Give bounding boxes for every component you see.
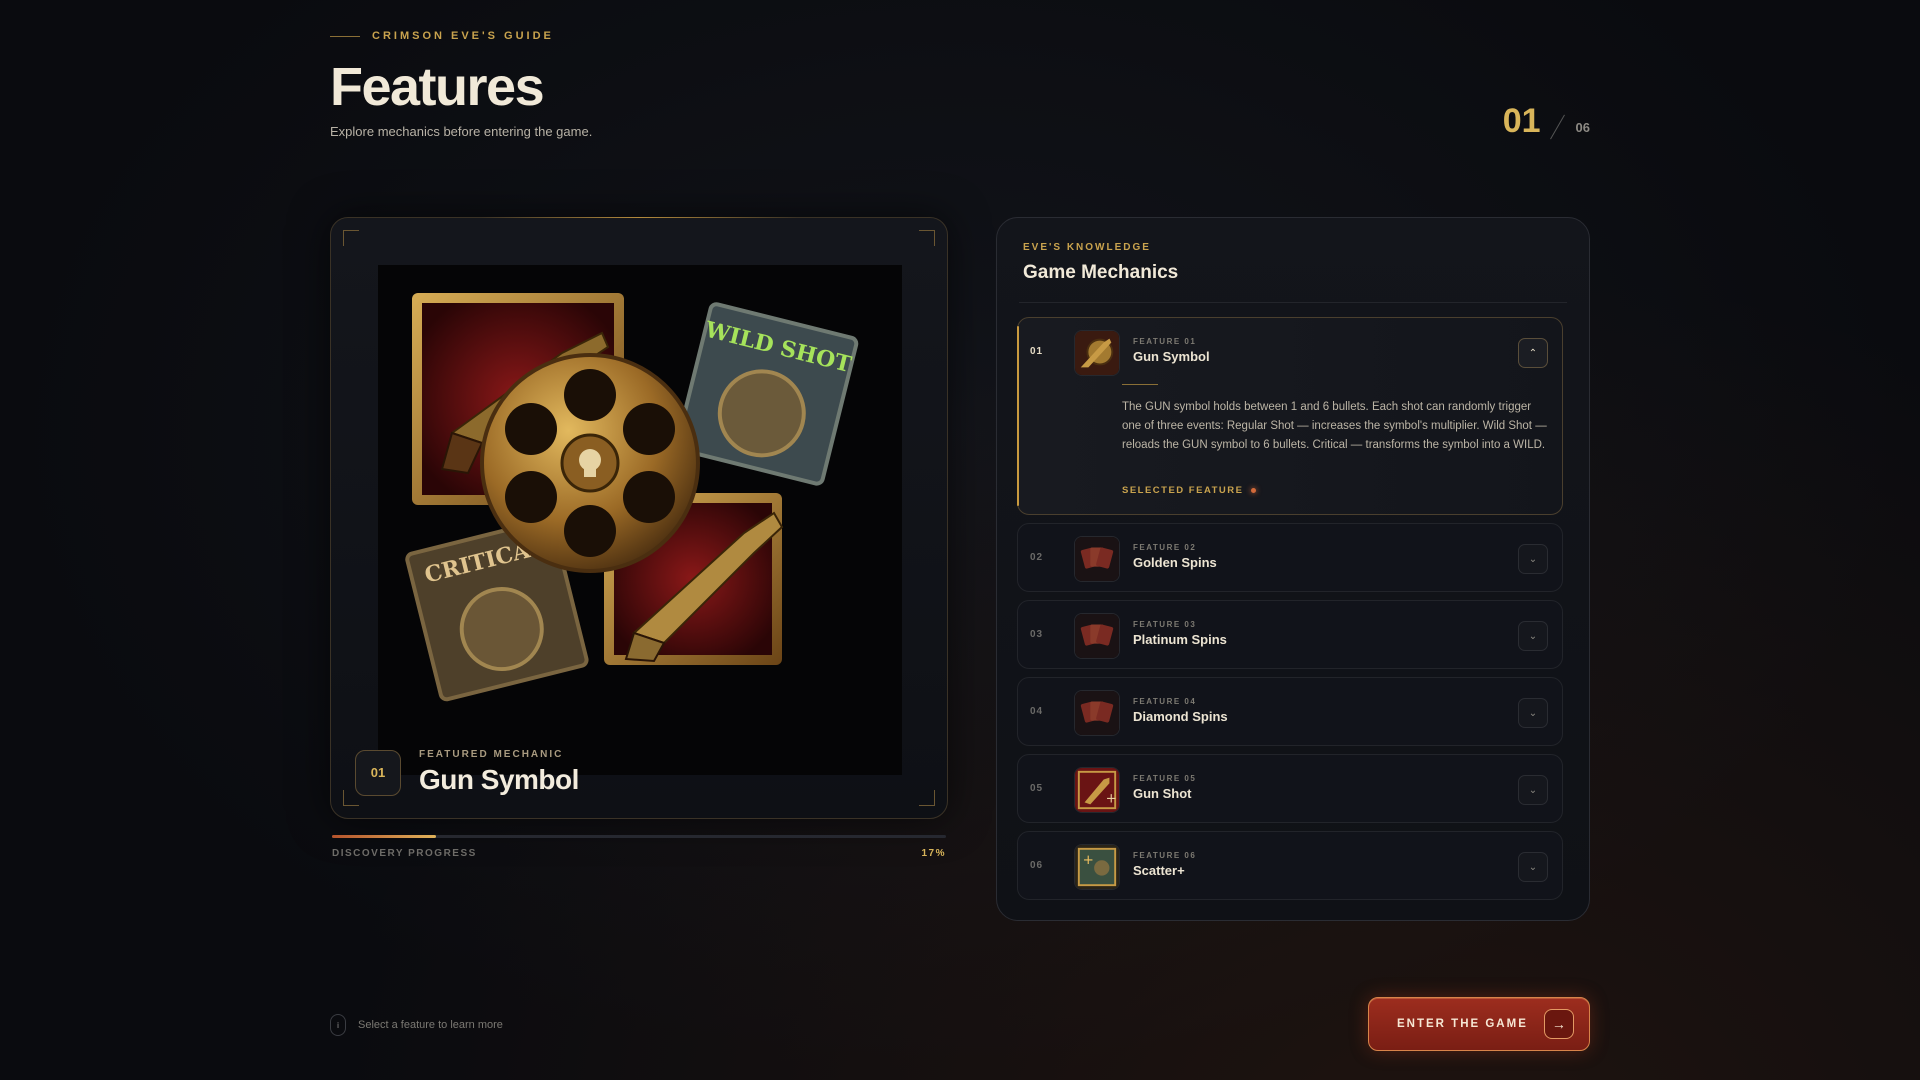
- chevron-down-icon[interactable]: ⌄: [1518, 621, 1548, 651]
- counter-current: 01: [1502, 102, 1541, 140]
- cards-icon: [1074, 536, 1120, 582]
- mechanic-kicker: FEATURE 03: [1133, 620, 1197, 629]
- mechanic-kicker: FEATURE 06: [1133, 851, 1197, 860]
- gun-symbol-illustration: WILD SHOT CRITICAL: [405, 293, 859, 702]
- mechanic-number: 02: [1030, 552, 1044, 563]
- feature-artwork: WILD SHOT CRITICAL: [378, 265, 902, 775]
- gun-symbol-icon: [1074, 330, 1120, 376]
- selected-label: SELECTED FEATURE: [1122, 485, 1244, 496]
- cards-icon: [1074, 690, 1120, 736]
- page-header: CRIMSON EVE'S GUIDE Features Explore mec…: [330, 30, 1590, 150]
- eyebrow-line: [330, 35, 360, 37]
- mechanic-item-diamond-spins[interactable]: 04 FEATURE 04 Diamond Spins ⌄: [1017, 677, 1563, 746]
- corner-ornament: [919, 230, 935, 246]
- page-title: Features: [330, 57, 545, 117]
- mechanic-name: Golden Spins: [1133, 555, 1217, 570]
- feature-counter: 01 06: [1503, 102, 1590, 141]
- footer-hint: i Select a feature to learn more: [330, 1014, 503, 1036]
- mechanic-kicker: FEATURE 04: [1133, 697, 1197, 706]
- scatter-icon: +: [1074, 844, 1120, 890]
- mechanic-kicker: FEATURE 01: [1133, 337, 1197, 346]
- mechanic-kicker: FEATURE 02: [1133, 543, 1197, 552]
- mechanics-panel: EVE'S KNOWLEDGE Game Mechanics 01 FEATURE…: [996, 217, 1590, 921]
- mechanic-number: 05: [1030, 783, 1044, 794]
- mechanic-number: 01: [1030, 346, 1044, 357]
- page-subtitle: Explore mechanics before entering the ga…: [330, 124, 593, 139]
- feature-caption: 01 FEATURED MECHANIC Gun Symbol: [355, 749, 579, 796]
- counter-total: 06: [1575, 120, 1590, 135]
- panel-divider: [1019, 302, 1567, 303]
- feature-title: Gun Symbol: [419, 764, 579, 795]
- eyebrow: CRIMSON EVE'S GUIDE: [330, 30, 1590, 42]
- arrow-right-icon: →: [1543, 1009, 1574, 1039]
- mechanic-name: Platinum Spins: [1133, 632, 1227, 647]
- mechanics-list: 01 FEATURE 01 Gun Symbol ⌃ The GUN symbol ho…: [1017, 317, 1563, 908]
- selected-dot-icon: [1251, 488, 1257, 493]
- chevron-down-icon[interactable]: ⌄: [1518, 852, 1548, 882]
- corner-ornament: [919, 790, 935, 806]
- chevron-down-icon[interactable]: ⌄: [1518, 698, 1548, 728]
- discovery-progress: DISCOVERY PROGRESS 17%: [332, 835, 946, 859]
- cards-icon: [1074, 613, 1120, 659]
- counter-divider: [1549, 114, 1565, 140]
- info-icon: i: [330, 1014, 346, 1036]
- progress-label: DISCOVERY PROGRESS: [332, 848, 477, 859]
- feature-kicker: FEATURED MECHANIC: [419, 749, 564, 760]
- mechanic-item-gun-symbol[interactable]: 01 FEATURE 01 Gun Symbol ⌃ The GUN symbol ho…: [1017, 317, 1563, 515]
- svg-text:+: +: [1083, 853, 1094, 868]
- panel-kicker: EVE'S KNOWLEDGE: [1023, 242, 1151, 253]
- panel-title: Game Mechanics: [1023, 262, 1179, 283]
- svg-text:+: +: [1106, 791, 1117, 806]
- gun-shot-icon: +: [1074, 767, 1120, 813]
- chevron-down-icon[interactable]: ⌄: [1518, 544, 1548, 574]
- chevron-down-icon[interactable]: ⌄: [1518, 775, 1548, 805]
- hint-text: Select a feature to learn more: [358, 1019, 503, 1031]
- wild-shot-card: WILD SHOT: [674, 302, 859, 486]
- mechanic-item-gun-shot[interactable]: 05 + FEATURE 05 Gun Shot ⌄: [1017, 754, 1563, 823]
- mechanic-kicker: FEATURE 05: [1133, 774, 1197, 783]
- feature-number-badge: 01: [355, 749, 401, 796]
- progress-track: [332, 835, 946, 838]
- mechanic-item-golden-spins[interactable]: 02 FEATURE 02 Golden Spins ⌄: [1017, 523, 1563, 592]
- corner-ornament: [343, 230, 359, 246]
- mechanic-item-platinum-spins[interactable]: 03 FEATURE 03 Platinum Spins ⌄: [1017, 600, 1563, 669]
- chevron-up-icon[interactable]: ⌃: [1518, 338, 1548, 368]
- progress-fill: [332, 835, 437, 838]
- mechanic-number: 06: [1030, 860, 1044, 871]
- progress-percent: 17%: [921, 848, 946, 859]
- mechanic-name: Diamond Spins: [1133, 709, 1228, 724]
- mechanic-number: 04: [1030, 706, 1044, 717]
- mechanic-name: Gun Shot: [1133, 786, 1192, 801]
- feature-showcase: WILD SHOT CRITICAL 01 FEATURED MECHANIC …: [330, 217, 948, 819]
- selected-feature-tag: SELECTED FEATURE: [1122, 485, 1257, 496]
- detail-divider: [1122, 384, 1158, 385]
- enter-game-label: ENTER THE GAME: [1397, 1018, 1528, 1030]
- eyebrow-text: CRIMSON EVE'S GUIDE: [372, 30, 554, 42]
- enter-game-button[interactable]: ENTER THE GAME →: [1368, 997, 1590, 1051]
- revolver-cylinder: [480, 353, 700, 573]
- mechanic-description: The GUN symbol holds between 1 and 6 bul…: [1122, 401, 1547, 451]
- mechanic-item-scatter[interactable]: 06 + FEATURE 06 Scatter+ ⌄: [1017, 831, 1563, 900]
- mechanic-number: 03: [1030, 629, 1044, 640]
- mechanic-name: Gun Symbol: [1133, 349, 1210, 364]
- mechanic-name: Scatter+: [1133, 863, 1185, 878]
